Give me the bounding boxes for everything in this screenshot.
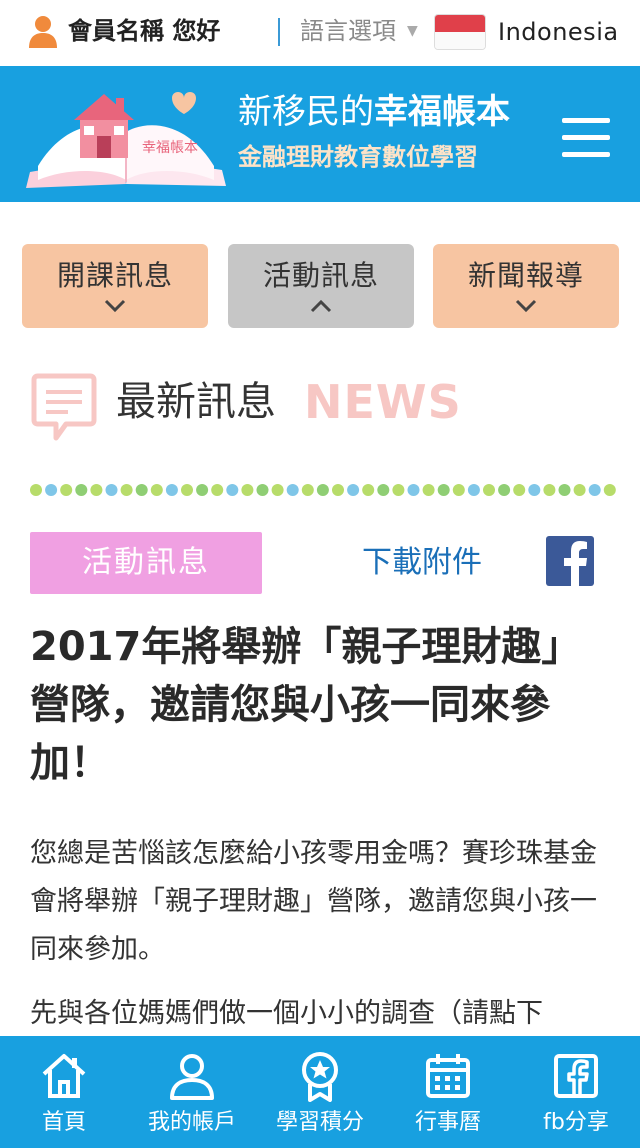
divider-dot bbox=[603, 484, 616, 496]
topbar-divider bbox=[278, 18, 280, 46]
category-label: 活動訊息 bbox=[82, 545, 210, 580]
divider-dot bbox=[105, 484, 118, 496]
facebook-icon bbox=[554, 1054, 598, 1098]
user-icon[interactable] bbox=[28, 14, 58, 48]
site-title-prefix: 新移民的 bbox=[238, 92, 374, 132]
nav-item-learning-points[interactable]: 學習積分 bbox=[256, 1036, 384, 1148]
site-logo[interactable]: 幸福帳本 bbox=[26, 80, 226, 190]
chevron-down-icon bbox=[22, 296, 208, 316]
medal-icon bbox=[302, 1052, 338, 1102]
download-attachment-link[interactable]: 下載附件 bbox=[362, 542, 482, 584]
divider-dot bbox=[362, 484, 375, 496]
divider-dot bbox=[271, 484, 284, 496]
nav-item-fb-share[interactable]: fb分享 bbox=[512, 1036, 640, 1148]
tab-label: 新聞報導 bbox=[467, 259, 584, 292]
divider-dot bbox=[573, 484, 586, 496]
hamburger-menu-icon[interactable] bbox=[562, 118, 610, 158]
divider-dot bbox=[286, 484, 299, 496]
divider-dot bbox=[558, 484, 571, 496]
article-paragraph: 先與各位媽媽們做一個小小的調查（請點下 bbox=[30, 998, 543, 1029]
tab-news-reports[interactable]: 新聞報導 bbox=[433, 244, 619, 328]
divider-dot bbox=[196, 484, 209, 496]
divider-dot bbox=[211, 484, 224, 496]
divider-dot bbox=[241, 484, 254, 496]
user-icon bbox=[170, 1054, 214, 1100]
news-heading: 最新訊息 bbox=[116, 379, 276, 425]
divider-dot bbox=[377, 484, 390, 496]
news-heading-en: NEWS bbox=[304, 375, 462, 429]
divider-dot bbox=[181, 484, 193, 496]
nav-item-calendar[interactable]: 行事曆 bbox=[384, 1036, 512, 1148]
divider-dot bbox=[467, 484, 480, 496]
tab-label: 開課訊息 bbox=[56, 259, 173, 292]
nav-label: 行事曆 bbox=[414, 1110, 481, 1135]
divider-dot bbox=[75, 484, 88, 496]
divider-dot bbox=[347, 484, 360, 496]
divider-dot bbox=[90, 484, 103, 496]
site-header: 幸福帳本 新移民的幸福帳本 金融理財教育數位學習 bbox=[0, 66, 640, 202]
home-icon bbox=[42, 1054, 86, 1098]
nav-label: 我的帳戶 bbox=[147, 1110, 236, 1135]
nav-item-my-account[interactable]: 我的帳戶 bbox=[128, 1036, 256, 1148]
divider-dot bbox=[543, 484, 556, 496]
calendar-icon bbox=[426, 1054, 470, 1098]
nav-item-home[interactable]: 首頁 bbox=[0, 1036, 128, 1148]
bottom-nav: 首頁 我的帳戶 學習積分 行事曆 fb分享 bbox=[0, 1036, 640, 1148]
divider-dot bbox=[452, 484, 465, 496]
divider-dot bbox=[226, 484, 239, 496]
member-greeting[interactable]: 會員名稱 您好 bbox=[68, 14, 220, 48]
article-title: 2017年將舉辦「親子理財趣」營隊，邀請您與小孩一同來參加！ bbox=[30, 624, 582, 786]
tab-label: 活動訊息 bbox=[262, 259, 379, 292]
divider-dot bbox=[513, 484, 526, 496]
divider-dot bbox=[392, 484, 405, 496]
divider-dot bbox=[165, 484, 178, 496]
nav-label: fb分享 bbox=[543, 1110, 609, 1135]
divider-dot bbox=[407, 484, 420, 496]
divider-dot bbox=[498, 484, 511, 496]
chevron-down-icon bbox=[433, 296, 619, 316]
divider-dot bbox=[422, 484, 435, 496]
divider-dot bbox=[120, 484, 133, 496]
language-value[interactable]: Indonesia bbox=[498, 14, 619, 50]
site-title: 新移民的幸福帳本 bbox=[238, 90, 510, 134]
nav-label: 學習積分 bbox=[275, 1110, 364, 1135]
divider-dot bbox=[30, 484, 42, 496]
dotted-divider bbox=[30, 484, 616, 496]
language-select[interactable]: 語言選項 bbox=[300, 14, 396, 48]
divider-dot bbox=[316, 484, 329, 496]
nav-label: 首頁 bbox=[41, 1110, 86, 1135]
caret-down-icon[interactable]: ▼ bbox=[407, 14, 418, 48]
divider-dot bbox=[60, 484, 73, 496]
divider-dot bbox=[150, 484, 163, 496]
site-subtitle: 金融理財教育數位學習 bbox=[238, 143, 478, 171]
divider-dot bbox=[437, 484, 450, 496]
message-icon bbox=[31, 373, 97, 441]
logo-text: 幸福帳本 bbox=[142, 140, 198, 156]
divider-dot bbox=[256, 484, 269, 496]
divider-dot bbox=[301, 484, 314, 496]
divider-dot bbox=[483, 484, 495, 496]
article-category-badge: 活動訊息 bbox=[30, 532, 262, 594]
divider-dot bbox=[528, 484, 541, 496]
divider-dot bbox=[332, 484, 344, 496]
facebook-icon[interactable] bbox=[546, 536, 594, 586]
article-paragraph: 您總是苦惱該怎麼給小孩零用金嗎？賽珍珠基金會將舉辦「親子理財趣」營隊，邀請您與小… bbox=[30, 838, 597, 965]
divider-dot bbox=[45, 484, 58, 496]
divider-dot bbox=[588, 484, 601, 496]
tab-activity-info[interactable]: 活動訊息 bbox=[228, 244, 414, 328]
tab-course-info[interactable]: 開課訊息 bbox=[22, 244, 208, 328]
site-title-accent: 幸福帳本 bbox=[374, 92, 510, 132]
chevron-up-icon bbox=[228, 296, 414, 316]
top-bar: 會員名稱 您好 語言選項 ▼ Indonesia bbox=[0, 0, 640, 66]
divider-dot bbox=[135, 484, 148, 496]
indonesia-flag-icon[interactable] bbox=[434, 14, 486, 50]
